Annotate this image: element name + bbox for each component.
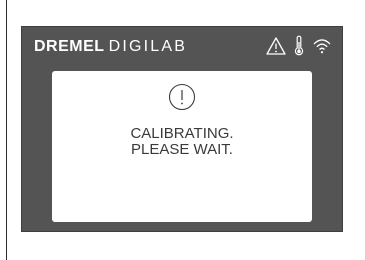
wifi-icon[interactable] — [312, 37, 332, 55]
page-divider — [6, 0, 7, 260]
dialog-message: CALIBRATING. PLEASE WAIT. — [52, 126, 312, 158]
brand-logo: DREMEL DIGILAB — [34, 36, 187, 58]
dialog-message-line-1: CALIBRATING. — [130, 125, 234, 142]
dialog-message-line-2: PLEASE WAIT. — [131, 141, 233, 158]
thermometer-icon[interactable] — [294, 35, 304, 57]
screen-header: DREMEL DIGILAB — [22, 27, 342, 65]
calibration-dialog: CALIBRATING. PLEASE WAIT. — [52, 71, 312, 222]
status-icons — [266, 34, 332, 58]
warning-icon[interactable] — [266, 37, 286, 55]
brand-name-light: DIGILAB — [108, 38, 188, 55]
info-circle-icon — [168, 83, 196, 111]
brand-name-bold: DREMEL — [34, 38, 105, 55]
page: DREMEL DIGILAB CALIBRATING. PLEASE WAIT. — [0, 0, 365, 260]
printer-screen: DREMEL DIGILAB CALIBRATING. PLEASE WAIT. — [21, 26, 343, 232]
